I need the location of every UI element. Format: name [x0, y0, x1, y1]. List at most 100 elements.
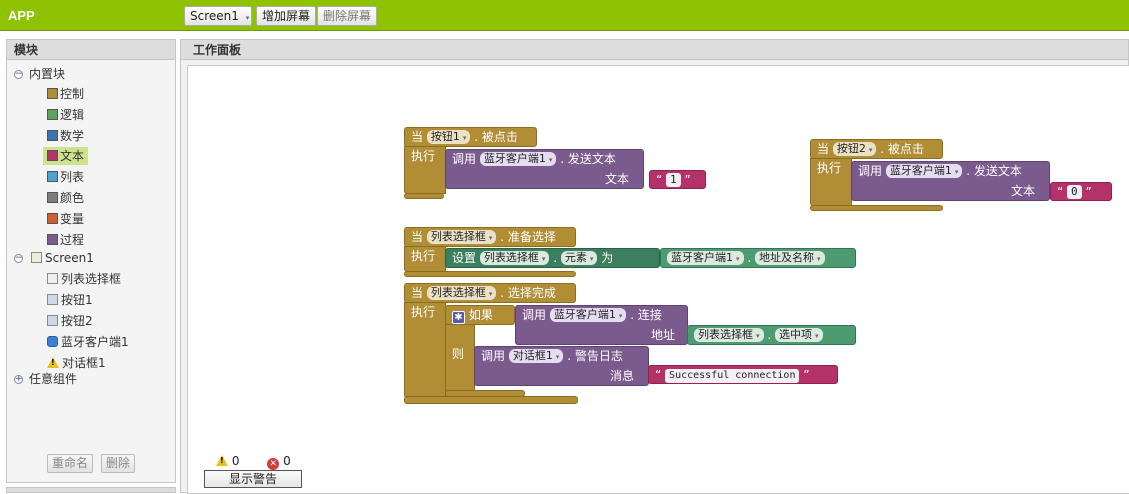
do-block: 执行	[404, 302, 446, 398]
remove-screen-button[interactable]: 删除屏幕	[317, 6, 378, 26]
component-button1[interactable]: 按钮1	[47, 291, 93, 309]
set-block-elements[interactable]: 设置 列表选择框 ▾ . 元素 ▾ 为	[445, 248, 660, 268]
collapse-icon[interactable]: −	[14, 254, 23, 263]
any-component-node[interactable]: 任意组件	[29, 370, 77, 388]
component-listpicker[interactable]: 列表选择框	[47, 270, 121, 288]
component-dropdown[interactable]: 按钮1 ▾	[426, 130, 471, 144]
builtin-item-label: 列表	[60, 170, 85, 184]
call-block-log-warning[interactable]: 调用 对话框1 ▾ . 警告日志 消息	[474, 346, 649, 386]
component-bluetooth[interactable]: 蓝牙客户端1	[47, 333, 129, 351]
dropdown-value: 列表选择框	[483, 251, 539, 264]
target-dropdown[interactable]: 列表选择框 ▾	[479, 251, 550, 265]
target-dropdown[interactable]: 对话框1 ▾	[508, 349, 564, 363]
builtin-item-label: 数学	[60, 129, 85, 143]
component-dropdown[interactable]: 按钮2 ▾	[832, 142, 877, 156]
source-property-dropdown[interactable]: 选中项 ▾	[775, 328, 823, 342]
control-swatch-icon	[47, 88, 58, 99]
target-dropdown[interactable]: 蓝牙客户端1 ▾	[885, 164, 963, 178]
dropdown-value: 按钮1	[430, 130, 460, 143]
screen-select[interactable]: Screen1 ▾	[184, 6, 252, 26]
event-block-after-picking[interactable]: 当 列表选择框 ▾ . 选择完成	[404, 283, 576, 303]
screen-node[interactable]: Screen1	[31, 249, 94, 267]
builtin-item-procedures[interactable]: 过程	[47, 231, 84, 249]
text-block-value-0[interactable]: “ 0 ”	[1050, 182, 1112, 201]
call-block-connect[interactable]: 调用 蓝牙客户端1 ▾ . 连接 地址	[515, 305, 688, 345]
source-dropdown[interactable]: 蓝牙客户端1 ▾	[667, 251, 744, 265]
source-dropdown[interactable]: 列表选择框 ▾	[694, 328, 764, 342]
block-footer	[810, 205, 943, 211]
chevron-down-icon: ▾	[488, 234, 493, 242]
text-value[interactable]: 0	[1067, 185, 1082, 199]
text-value[interactable]: 1	[666, 173, 681, 187]
do-label: 执行	[817, 161, 842, 175]
text-value[interactable]: Successful connection	[665, 369, 800, 383]
event-block-before-picking[interactable]: 当 列表选择框 ▾ . 准备选择	[404, 227, 576, 247]
logic-swatch-icon	[47, 109, 58, 120]
warning-icon: !	[216, 455, 228, 466]
gear-icon[interactable]: ✱	[452, 311, 465, 324]
workspace-canvas[interactable]: 当 按钮1 ▾ . 被点击 执行 调用 蓝牙客户端1 ▾ . 发送文本 文本 “ 1…	[187, 65, 1129, 494]
method-label: . 连接	[630, 308, 662, 322]
builtin-item-colors[interactable]: 颜色	[47, 189, 84, 207]
add-screen-button[interactable]: 增加屏幕	[256, 6, 317, 26]
call-block-send-text[interactable]: 调用 蓝牙客户端1 ▾ . 发送文本 文本	[445, 149, 644, 189]
target-dropdown[interactable]: 蓝牙客户端1 ▾	[549, 308, 627, 322]
component-label: 按钮1	[61, 293, 93, 307]
builtin-item-variables[interactable]: 变量	[47, 210, 84, 228]
event-label: . 被点击	[474, 130, 518, 144]
method-label: . 发送文本	[966, 164, 1022, 178]
then-label: 则	[452, 347, 465, 361]
component-dropdown[interactable]: 列表选择框 ▾	[426, 286, 497, 300]
warnings-count: 0	[231, 454, 240, 468]
dropdown-value: 选中项	[779, 328, 812, 341]
do-block: 执行	[810, 158, 852, 206]
dropdown-value: 列表选择框	[698, 328, 753, 341]
text-block-value-1[interactable]: “ 1 ”	[649, 170, 706, 189]
chevron-down-icon: ▾	[815, 332, 819, 340]
builtin-item-logic[interactable]: 逻辑	[47, 106, 84, 124]
event-block-button2-click[interactable]: 当 按钮2 ▾ . 被点击	[810, 139, 943, 159]
target-dropdown[interactable]: 蓝牙客户端1 ▾	[479, 152, 557, 166]
show-warnings-button[interactable]: 显示警告	[204, 470, 302, 488]
notifier-icon: !	[47, 357, 59, 368]
rename-button[interactable]: 重命名	[47, 454, 94, 473]
builtin-item-math[interactable]: 数学	[47, 127, 84, 145]
do-label: 执行	[411, 249, 436, 263]
collapse-icon[interactable]: −	[14, 70, 23, 79]
chevron-down-icon: ▾	[555, 353, 560, 361]
chevron-down-icon: ▾	[548, 156, 553, 164]
app-title: APP	[8, 8, 35, 23]
dropdown-value: 按钮2	[836, 142, 866, 155]
component-button2[interactable]: 按钮2	[47, 312, 93, 330]
builtin-item-control[interactable]: 控制	[47, 85, 84, 103]
builtin-item-label: 文本	[60, 149, 85, 163]
close-quote: ”	[803, 368, 810, 382]
set-label: 设置	[452, 251, 477, 265]
call-block-send-text[interactable]: 调用 蓝牙客户端1 ▾ . 发送文本 文本	[851, 161, 1050, 201]
button-icon	[47, 315, 58, 326]
if-footer	[445, 390, 525, 397]
warnings-indicator: ! 0 ✕ 0	[216, 454, 291, 470]
builtin-item-label: 过程	[60, 233, 85, 247]
text-block-message[interactable]: “ Successful connection ”	[648, 365, 838, 384]
getter-block-address-names[interactable]: 蓝牙客户端1 ▾ . 地址及名称 ▾	[660, 248, 856, 268]
getter-block-selection[interactable]: 列表选择框 ▾ . 选中项 ▾	[687, 325, 856, 345]
builtin-item-lists[interactable]: 列表	[47, 168, 84, 186]
call-label: 调用	[522, 308, 547, 322]
property-dropdown[interactable]: 元素 ▾	[560, 251, 598, 265]
if-block[interactable]: ✱ 如果	[445, 305, 515, 325]
workspace-header: 工作面板	[181, 40, 1128, 60]
source-property-dropdown[interactable]: 地址及名称 ▾	[755, 251, 825, 265]
block-footer	[404, 396, 578, 404]
dropdown-value: 对话框1	[512, 349, 553, 362]
builtin-item-text[interactable]: 文本	[43, 147, 89, 165]
builtin-node[interactable]: 内置块	[29, 65, 65, 83]
event-block-button1-click[interactable]: 当 按钮1 ▾ . 被点击	[404, 127, 537, 147]
expand-icon[interactable]: +	[14, 375, 23, 384]
chevron-down-icon: ▾	[488, 290, 493, 298]
open-quote: “	[1057, 185, 1064, 199]
delete-button[interactable]: 删除	[101, 454, 136, 473]
component-dropdown[interactable]: 列表选择框 ▾	[426, 230, 497, 244]
component-label: 蓝牙客户端1	[61, 335, 129, 349]
param-label: 文本	[604, 172, 629, 186]
